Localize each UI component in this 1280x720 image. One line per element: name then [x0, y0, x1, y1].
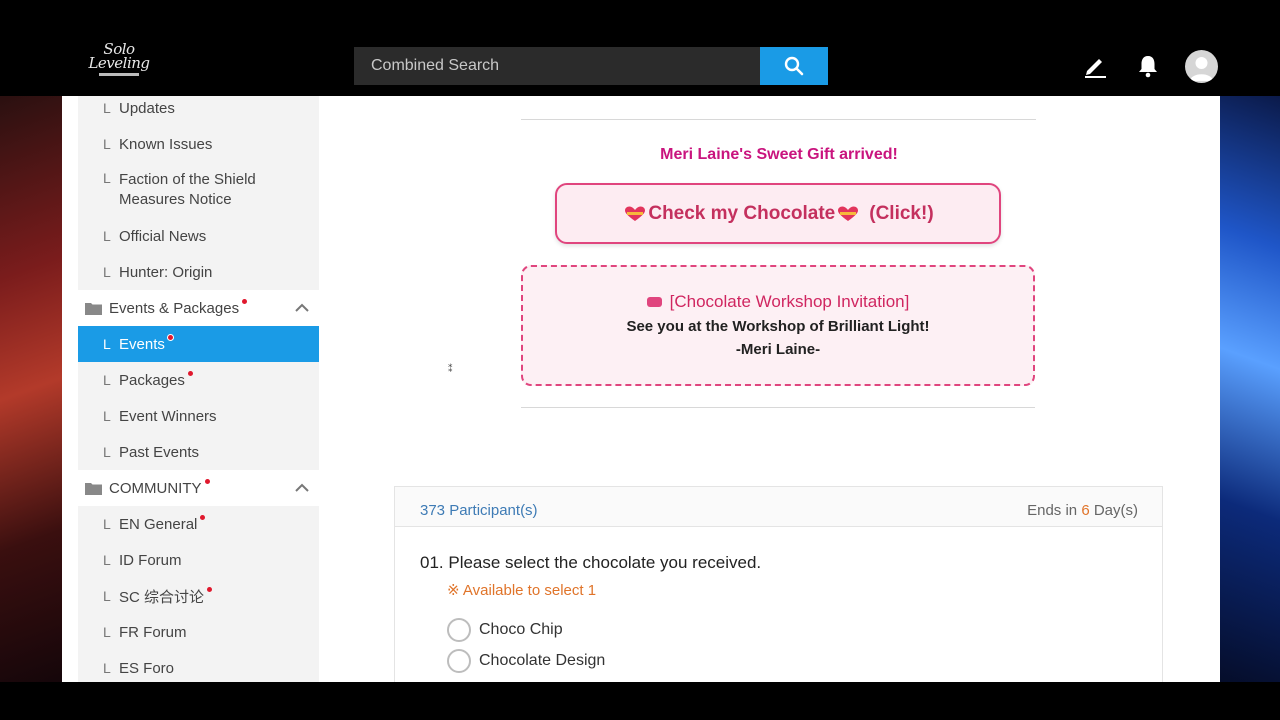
- notice-sublist: L Updates L Known Issues L Faction of th…: [78, 96, 319, 290]
- gift-title: Meri Laine's Sweet Gift arrived!: [660, 146, 898, 163]
- search-input[interactable]: [354, 47, 760, 85]
- invitation-title: [Chocolate Workshop Invitation]: [523, 292, 1033, 312]
- invitation-message: See you at the Workshop of Brilliant Lig…: [626, 318, 930, 335]
- notifications-button[interactable]: [1132, 50, 1164, 82]
- ticket-icon: [646, 297, 662, 307]
- workshop-invitation-box: [Chocolate Workshop Invitation] See you …: [521, 265, 1035, 386]
- user-avatar[interactable]: [1185, 50, 1218, 83]
- check-chocolate-button[interactable]: Check my Chocolate (Click!): [555, 183, 1001, 244]
- new-dot: [242, 298, 248, 304]
- page-body: L Updates L Known Issues L Faction of th…: [62, 96, 1220, 682]
- poll-question: 01. Please select the chocolate you rece…: [420, 553, 762, 572]
- user-icon: [1190, 57, 1213, 81]
- cursor-mark: ⁑: [448, 364, 453, 374]
- invitation-signature: -Meri Laine-: [735, 341, 821, 358]
- sidebar-item-past-events[interactable]: L Past Events: [78, 434, 319, 470]
- folder-icon: [85, 482, 102, 495]
- sidebar-category-community[interactable]: COMMUNITY: [78, 470, 319, 506]
- new-dot: [167, 334, 173, 340]
- post-content: Meri Laine's Sweet Gift arrived! Check m…: [337, 96, 1220, 682]
- radio-button[interactable]: [447, 618, 471, 642]
- poll-header: 373 Participant(s) Ends in 6 Day(s): [395, 487, 1162, 527]
- bell-icon: [1139, 56, 1157, 78]
- sidebar-item-fr-forum[interactable]: L FR Forum: [78, 614, 319, 650]
- top-header: Solo Leveling: [0, 0, 1280, 96]
- chocolate-button-label: Check my Chocolate: [648, 202, 836, 224]
- new-dot: [207, 586, 213, 592]
- poll-deadline: Ends in 6 Day(s): [1027, 502, 1138, 519]
- sidebar-item-en-general[interactable]: L EN General: [78, 506, 319, 542]
- heart-gift-icon: [838, 206, 859, 221]
- new-dot: [204, 478, 210, 484]
- sidebar-item-es-foro[interactable]: L ES Foro: [78, 650, 319, 682]
- write-post-button[interactable]: [1079, 50, 1111, 82]
- sidebar-item-sc-forum[interactable]: L SC 综合讨论: [78, 578, 319, 614]
- radio-button[interactable]: [447, 649, 471, 673]
- sidebar-nav: L Updates L Known Issues L Faction of th…: [78, 96, 319, 682]
- logo-underline: [99, 72, 139, 76]
- chevron-up-icon[interactable]: [295, 483, 309, 492]
- combined-search: [354, 47, 828, 85]
- heart-gift-icon: [625, 206, 646, 221]
- game-logo[interactable]: Solo Leveling: [88, 41, 150, 88]
- selection-hint: ※ Available to select 1: [447, 582, 597, 599]
- sidebar-item-official-news[interactable]: L Official News: [78, 218, 319, 254]
- events-sublist: L Events L Packages L Event Winners L Pa…: [78, 326, 319, 470]
- community-sublist: L EN General L ID Forum L SC 综合讨论 L FR F…: [78, 506, 319, 682]
- sidebar-item-events[interactable]: L Events: [78, 326, 319, 362]
- bottom-letterbox: [0, 682, 1280, 720]
- pencil-icon: [1085, 59, 1106, 78]
- survey-poll: 373 Participant(s) Ends in 6 Day(s) 01. …: [394, 486, 1163, 682]
- poll-option-chocolate-design[interactable]: Chocolate Design: [447, 649, 605, 673]
- background-art-right: [1220, 96, 1280, 682]
- sidebar-item-updates[interactable]: L Updates: [78, 96, 319, 126]
- participant-count: 373 Participant(s): [420, 502, 538, 519]
- new-dot: [187, 370, 193, 376]
- chevron-up-icon[interactable]: [295, 303, 309, 312]
- divider: [521, 119, 1036, 120]
- category-label: Events & Packages: [109, 299, 240, 317]
- sidebar-item-id-forum[interactable]: L ID Forum: [78, 542, 319, 578]
- sidebar-item-packages[interactable]: L Packages: [78, 362, 319, 398]
- sidebar-item-hunter-origin[interactable]: L Hunter: Origin: [78, 254, 319, 290]
- category-label: COMMUNITY: [109, 479, 202, 497]
- logo-line-2: Leveling: [88, 54, 150, 73]
- chocolate-button-suffix: (Click!): [869, 202, 934, 224]
- sidebar-item-event-winners[interactable]: L Event Winners: [78, 398, 319, 434]
- background-art-left: [0, 96, 62, 682]
- new-dot: [200, 514, 206, 520]
- search-icon: [784, 56, 804, 76]
- sidebar-category-events-packages[interactable]: Events & Packages: [78, 290, 319, 326]
- poll-option-choco-chip[interactable]: Choco Chip: [447, 618, 563, 642]
- divider: [521, 407, 1035, 408]
- folder-icon: [85, 302, 102, 315]
- sidebar-item-faction-notice[interactable]: L Faction of the Shield Measures Notice: [78, 162, 319, 218]
- search-button[interactable]: [760, 47, 828, 85]
- sidebar-item-known-issues[interactable]: L Known Issues: [78, 126, 319, 162]
